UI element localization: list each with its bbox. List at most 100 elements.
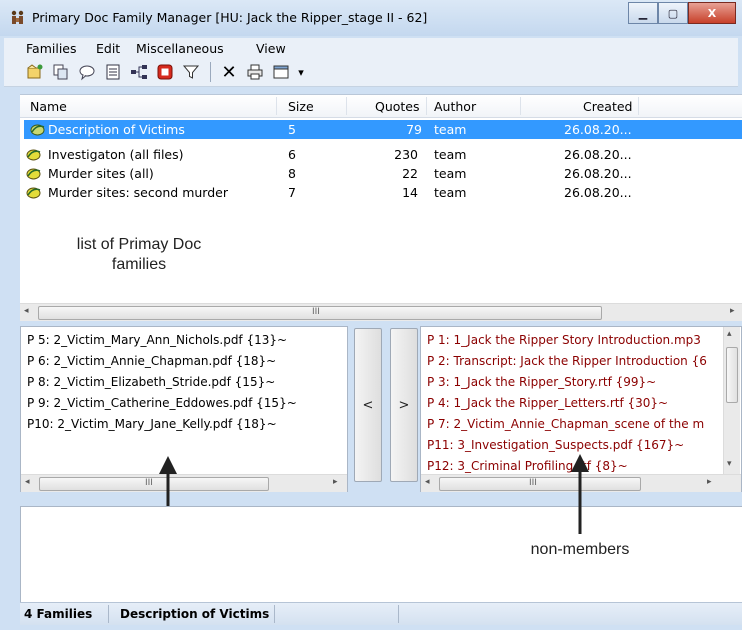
non-members-arrow [571,454,589,534]
minimize-button[interactable]: ▁ [628,2,658,24]
family-icon [26,187,41,199]
scroll-grip: III [312,307,320,317]
family-icon [30,124,45,136]
dropdown-icon[interactable]: ▾ [292,63,310,81]
selected-family-status: Description of Victims [120,607,270,621]
comment-icon[interactable] [78,63,96,81]
menu-bar: Families Edit Miscellaneous View [4,38,738,58]
column-quotes[interactable]: Quotes [375,99,420,114]
non-member-item[interactable]: P12: 3_Criminal Profiling.rtf {8}~ [427,459,628,473]
scroll-thumb[interactable] [439,477,641,491]
scroll-thumb[interactable] [39,477,269,491]
family-name: Murder sites: second murder [48,185,228,200]
family-created: 26.08.20... [564,122,632,137]
families-list: Name Size Quotes Author Created Descript… [20,94,742,321]
family-quotes: 79 [406,122,422,137]
list-annotation-line: families [111,256,167,273]
column-name[interactable]: Name [30,99,67,114]
scroll-thumb[interactable] [38,306,602,320]
family-name: Description of Victims [48,122,185,137]
family-created: 26.08.20... [564,185,632,200]
family-author: team [434,122,467,137]
family-manager-icon [10,10,26,26]
member-item[interactable]: P 9: 2_Victim_Catherine_Eddowes.pdf {15}… [27,396,297,410]
family-count: 4 Families [24,607,93,621]
properties-icon[interactable] [104,63,122,81]
column-author[interactable]: Author [434,99,476,114]
app-window: Primary Doc Family Manager [HU: Jack the… [0,0,742,630]
scroll-left-icon[interactable]: ◂ [25,477,30,487]
non-member-item[interactable]: P 1: 1_Jack the Ripper Story Introductio… [427,333,701,347]
stop-icon[interactable] [156,63,174,81]
menu-miscellaneous[interactable]: Miscellaneous [136,41,224,56]
non-member-item[interactable]: P11: 3_Investigation_Suspects.pdf {167}~ [427,438,684,452]
list-annotation: list of Primay Doc families [54,235,224,275]
scroll-right-icon[interactable]: ▸ [333,477,338,487]
list-horizontal-scrollbar[interactable]: ◂ III ▸ [20,303,742,321]
scroll-left-icon[interactable]: ◂ [24,306,29,316]
family-row[interactable]: Murder sites: second murder 7 14 team 26… [20,183,742,202]
close-button[interactable]: X [688,2,736,24]
family-name: Investigaton (all files) [48,147,184,162]
window-title: Primary Doc Family Manager [HU: Jack the… [32,10,428,25]
family-size: 6 [288,147,296,162]
column-created[interactable]: Created [583,99,632,114]
family-icon [26,168,41,180]
family-author: team [434,147,467,162]
toolbar-separator [210,62,211,82]
family-created: 26.08.20... [564,166,632,181]
close-icon: X [707,6,717,20]
view-icon[interactable] [272,63,290,81]
non-member-item[interactable]: P 3: 1_Jack the Ripper_Story.rtf {99}~ [427,375,656,389]
family-row[interactable]: Description of Victims 5 79 team 26.08.2… [24,120,742,139]
family-created: 26.08.20... [564,147,632,162]
non-members-vertical-scrollbar[interactable]: ▴ ▾ [723,327,740,474]
member-item[interactable]: P10: 2_Victim_Mary_Jane_Kelly.pdf {18}~ [27,417,277,431]
toolbar: ✕ ▾ [4,58,738,87]
new-family-icon[interactable] [26,63,44,81]
duplicate-icon[interactable] [52,63,70,81]
non-members-annotation: non-members [530,541,630,558]
family-size: 5 [288,122,296,137]
scroll-left-icon[interactable]: ◂ [425,477,430,487]
scroll-right-icon[interactable]: ▸ [730,306,735,316]
scroll-down-icon[interactable]: ▾ [727,459,732,469]
filter-icon[interactable] [182,63,200,81]
column-size[interactable]: Size [288,99,314,114]
family-size: 7 [288,185,296,200]
family-name: Murder sites (all) [48,166,154,181]
family-quotes: 22 [402,166,418,181]
delete-icon[interactable]: ✕ [220,62,238,83]
family-quotes: 14 [402,185,418,200]
minimize-icon: ▁ [638,6,648,20]
menu-view[interactable]: View [256,41,286,56]
non-member-item[interactable]: P 7: 2_Victim_Annie_Chapman_scene of the… [427,417,704,431]
member-item[interactable]: P 8: 2_Victim_Elizabeth_Stride.pdf {15}~ [27,375,275,389]
family-row[interactable]: Murder sites (all) 8 22 team 26.08.20... [20,164,742,183]
scroll-up-icon[interactable]: ▴ [727,329,732,339]
member-item[interactable]: P 6: 2_Victim_Annie_Chapman.pdf {18}~ [27,354,276,368]
scroll-thumb[interactable] [726,347,738,403]
non-member-item[interactable]: P 4: 1_Jack the Ripper_Letters.rtf {30}~ [427,396,668,410]
network-icon[interactable] [130,63,148,81]
family-row[interactable]: Investigaton (all files) 6 230 team 26.0… [20,145,742,164]
menu-edit[interactable]: Edit [96,41,120,56]
list-annotation-line: list of Primay Doc [76,236,202,253]
scroll-right-icon[interactable]: ▸ [707,477,712,487]
remove-member-button[interactable]: < [354,328,382,482]
maximize-button[interactable]: ▢ [658,2,688,24]
members-scrollbar[interactable]: ◂ III ▸ [21,474,347,492]
print-icon[interactable] [246,63,264,81]
family-author: team [434,166,467,181]
add-member-button[interactable]: > [390,328,418,482]
member-item[interactable]: P 5: 2_Victim_Mary_Ann_Nichols.pdf {13}~ [27,333,287,347]
title-bar: Primary Doc Family Manager [HU: Jack the… [0,0,742,36]
family-size: 8 [288,166,296,181]
menu-families[interactable]: Families [26,41,77,56]
non-member-item[interactable]: P 2: Transcript: Jack the Ripper Introdu… [427,354,707,368]
family-icon [26,149,41,161]
maximize-icon: ▢ [667,6,679,20]
members-panel: P 5: 2_Victim_Mary_Ann_Nichols.pdf {13}~… [20,326,348,492]
list-header: Name Size Quotes Author Created [20,95,742,118]
family-author: team [434,185,467,200]
